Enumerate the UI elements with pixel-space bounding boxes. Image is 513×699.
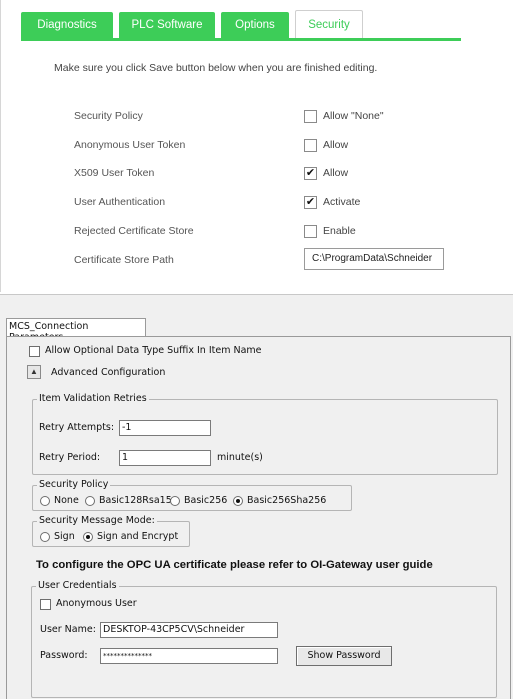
radio-sign-and-encrypt[interactable] xyxy=(83,532,93,542)
radio-basic128rsa15[interactable] xyxy=(85,496,95,506)
radio-basic256[interactable] xyxy=(170,496,180,506)
save-notice: Make sure you click Save button below wh… xyxy=(54,62,378,74)
password-input[interactable]: ************** xyxy=(100,648,278,664)
radio-sign[interactable] xyxy=(40,532,50,542)
user-credentials-group: User Credentials Anonymous User User Nam… xyxy=(31,580,497,698)
allow-none-label: Allow "None" xyxy=(323,110,384,122)
x509-token-allow-label: Allow xyxy=(323,167,349,179)
web-config-panel: Diagnostics PLC Software Options Securit… xyxy=(0,0,513,292)
chevron-up-icon[interactable]: ▲ xyxy=(27,365,41,379)
tab-options[interactable]: Options xyxy=(221,12,289,38)
retry-attempts-input[interactable]: -1 xyxy=(119,420,211,436)
security-policy-group: Security Policy None Basic128Rsa15 Basic… xyxy=(32,479,352,511)
advanced-config-label: Advanced Configuration xyxy=(51,367,166,378)
user-credentials-title: User Credentials xyxy=(36,580,119,591)
radio-sign-label: Sign xyxy=(54,531,75,542)
allow-suffix-checkbox[interactable] xyxy=(29,346,40,357)
user-authentication-checkbox[interactable]: ✔ xyxy=(304,196,317,209)
radio-basic256sha256-label: Basic256Sha256 xyxy=(247,495,327,506)
checkmark-icon: ✔ xyxy=(305,167,316,179)
tab-plc-software[interactable]: PLC Software xyxy=(119,12,215,38)
rejected-cert-store-checkbox[interactable] xyxy=(304,225,317,238)
security-mode-group: Security Message Mode: Sign Sign and Enc… xyxy=(32,515,190,547)
security-mode-title: Security Message Mode: xyxy=(37,515,157,526)
radio-none[interactable] xyxy=(40,496,50,506)
tab-mcs-connection-parameters[interactable]: MCS_Connection Parameters xyxy=(6,318,146,343)
retry-period-input[interactable]: 1 xyxy=(119,450,211,466)
x509-user-token-label: X509 User Token xyxy=(74,167,155,179)
user-authentication-activate-label: Activate xyxy=(323,196,361,208)
connection-dialog: MCS_Connection Parameters Allow Optional… xyxy=(0,294,513,699)
allow-suffix-label: Allow Optional Data Type Suffix In Item … xyxy=(45,345,262,356)
anonymous-user-token-label: Anonymous User Token xyxy=(74,139,186,151)
retry-period-unit: minute(s) xyxy=(217,452,263,463)
cert-store-path-input[interactable]: C:\ProgramData\Schneider xyxy=(304,248,444,270)
show-password-button[interactable]: Show Password xyxy=(296,646,392,666)
certificate-note: To configure the OPC UA certificate plea… xyxy=(36,559,433,571)
password-label: Password: xyxy=(40,650,88,661)
user-authentication-label: User Authentication xyxy=(74,196,166,208)
user-name-label: User Name: xyxy=(40,624,96,635)
tab-underline xyxy=(21,38,461,41)
x509-token-checkbox[interactable]: ✔ xyxy=(304,167,317,180)
rejected-cert-store-label: Rejected Certificate Store xyxy=(74,225,194,237)
item-validation-group: Item Validation Retries Retry Attempts: … xyxy=(32,393,498,475)
radio-sign-and-encrypt-label: Sign and Encrypt xyxy=(97,531,179,542)
security-policy-title: Security Policy xyxy=(37,479,111,490)
cert-store-path-label: Certificate Store Path xyxy=(74,254,174,266)
anonymous-user-label: Anonymous User xyxy=(56,598,137,609)
tab-security[interactable]: Security xyxy=(295,10,363,38)
retry-period-label: Retry Period: xyxy=(39,452,101,463)
checkmark-icon: ✔ xyxy=(305,196,316,208)
rejected-cert-store-enable-label: Enable xyxy=(323,225,356,237)
tab-diagnostics[interactable]: Diagnostics xyxy=(21,12,113,38)
retry-attempts-label: Retry Attempts: xyxy=(39,422,115,433)
item-validation-title: Item Validation Retries xyxy=(37,393,149,404)
anonymous-token-checkbox[interactable] xyxy=(304,139,317,152)
user-name-input[interactable]: DESKTOP-43CP5CV\Schneider xyxy=(100,622,278,638)
anonymous-token-allow-label: Allow xyxy=(323,139,349,151)
radio-basic256sha256[interactable] xyxy=(233,496,243,506)
allow-none-checkbox[interactable] xyxy=(304,110,317,123)
anonymous-user-checkbox[interactable] xyxy=(40,599,51,610)
security-policy-label: Security Policy xyxy=(74,110,143,122)
radio-basic256-label: Basic256 xyxy=(184,495,228,506)
radio-none-label: None xyxy=(54,495,79,506)
radio-basic128rsa15-label: Basic128Rsa15 xyxy=(99,495,172,506)
